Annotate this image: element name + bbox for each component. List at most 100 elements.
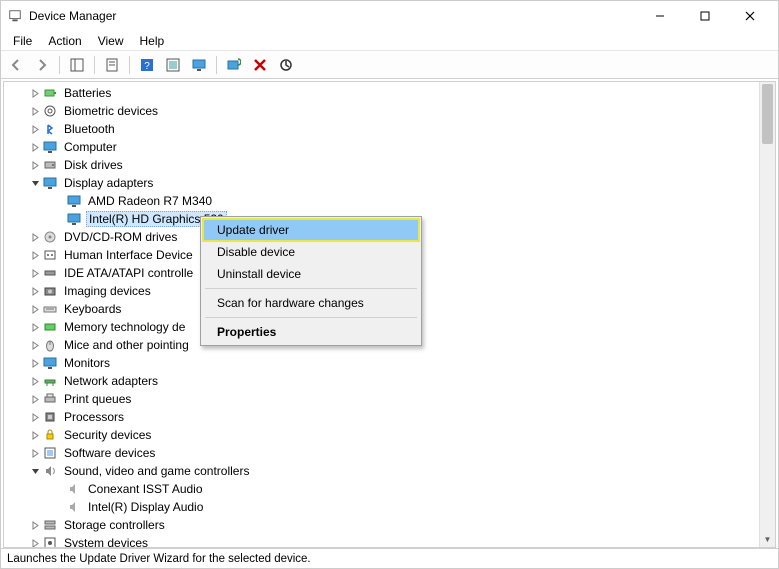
tree-item[interactable]: Security devices — [8, 426, 759, 444]
chevron-right-icon[interactable] — [28, 431, 42, 440]
close-button[interactable] — [727, 2, 772, 30]
tree-item-label: Keyboards — [62, 302, 123, 316]
tree-item[interactable]: Conexant ISST Audio — [8, 480, 759, 498]
tree-item[interactable]: Storage controllers — [8, 516, 759, 534]
statusbar: Launches the Update Driver Wizard for th… — [1, 548, 778, 568]
chevron-right-icon[interactable] — [28, 143, 42, 152]
toolbar: ? — [1, 51, 778, 79]
status-text: Launches the Update Driver Wizard for th… — [7, 553, 311, 565]
chevron-right-icon[interactable] — [28, 359, 42, 368]
chevron-right-icon[interactable] — [28, 107, 42, 116]
chevron-right-icon[interactable] — [28, 233, 42, 242]
tree-item[interactable]: Print queues — [8, 390, 759, 408]
toolbar-help-icon[interactable]: ? — [136, 54, 158, 76]
menu-help[interactable]: Help — [132, 32, 173, 50]
toolbar-monitor-icon[interactable] — [188, 54, 210, 76]
system-icon — [42, 535, 58, 548]
tree-item[interactable]: Sound, video and game controllers — [8, 462, 759, 480]
hid-icon — [42, 247, 58, 263]
toolbar-separator — [129, 56, 130, 74]
chevron-right-icon[interactable] — [28, 449, 42, 458]
tree-item[interactable]: Computer — [8, 138, 759, 156]
chevron-right-icon[interactable] — [28, 251, 42, 260]
tree-item-label: Sound, video and game controllers — [62, 464, 251, 478]
tree-item[interactable]: Batteries — [8, 84, 759, 102]
tree-item-label: Storage controllers — [62, 518, 167, 532]
tree-item-label: Imaging devices — [62, 284, 153, 298]
network-icon — [42, 373, 58, 389]
menu-action[interactable]: Action — [40, 32, 89, 50]
toolbar-back-icon[interactable] — [5, 54, 27, 76]
chevron-right-icon[interactable] — [28, 395, 42, 404]
computer-icon — [42, 139, 58, 155]
scroll-down-arrow[interactable]: ▼ — [760, 531, 775, 547]
memory-icon — [42, 319, 58, 335]
context-menu-item[interactable]: Uninstall device — [203, 263, 419, 285]
keyboard-icon — [42, 301, 58, 317]
app-icon — [7, 8, 23, 24]
scroll-thumb[interactable] — [762, 84, 773, 144]
maximize-button[interactable] — [682, 2, 727, 30]
chevron-right-icon[interactable] — [28, 413, 42, 422]
menu-file[interactable]: File — [5, 32, 40, 50]
menu-view[interactable]: View — [90, 32, 132, 50]
printer-icon — [42, 391, 58, 407]
security-icon — [42, 427, 58, 443]
tree-item[interactable]: Bluetooth — [8, 120, 759, 138]
tree-item-label: AMD Radeon R7 M340 — [86, 194, 214, 208]
biometric-icon — [42, 103, 58, 119]
tree-item[interactable]: Intel(R) Display Audio — [8, 498, 759, 516]
chevron-right-icon[interactable] — [28, 377, 42, 386]
toolbar-forward-icon[interactable] — [31, 54, 53, 76]
tree-item-label: Mice and other pointing — [62, 338, 191, 352]
context-menu-item[interactable]: Properties — [203, 321, 419, 343]
chevron-right-icon[interactable] — [28, 125, 42, 134]
bluetooth-icon — [42, 121, 58, 137]
tree-item[interactable]: Biometric devices — [8, 102, 759, 120]
tree-item-label: Monitors — [62, 356, 112, 370]
tree-item[interactable]: Disk drives — [8, 156, 759, 174]
chevron-right-icon[interactable] — [28, 89, 42, 98]
context-menu-item[interactable]: Update driver — [203, 219, 419, 241]
tree-item[interactable]: Network adapters — [8, 372, 759, 390]
minimize-button[interactable] — [637, 2, 682, 30]
tree-item-label: Conexant ISST Audio — [86, 482, 205, 496]
tree-item-label: Security devices — [62, 428, 153, 442]
toolbar-separator — [59, 56, 60, 74]
chevron-right-icon[interactable] — [28, 539, 42, 548]
toolbar-properties-icon[interactable] — [101, 54, 123, 76]
cdrom-icon — [42, 229, 58, 245]
display-icon — [42, 175, 58, 191]
tree-item[interactable]: System devices — [8, 534, 759, 548]
chevron-right-icon[interactable] — [28, 341, 42, 350]
tree-item[interactable]: Processors — [8, 408, 759, 426]
software-icon — [42, 445, 58, 461]
chevron-down-icon[interactable] — [28, 467, 42, 476]
tree-item[interactable]: Display adapters — [8, 174, 759, 192]
chevron-right-icon[interactable] — [28, 161, 42, 170]
toolbar-scan-hardware-icon[interactable] — [223, 54, 245, 76]
toolbar-update-driver-icon[interactable] — [162, 54, 184, 76]
chevron-down-icon[interactable] — [28, 179, 42, 188]
toolbar-uninstall-icon[interactable] — [249, 54, 271, 76]
chevron-right-icon[interactable] — [28, 305, 42, 314]
chevron-right-icon[interactable] — [28, 323, 42, 332]
tree-item-label: Computer — [62, 140, 119, 154]
tree-panel: Batteries Biometric devicesBluetooth Compu… — [3, 81, 776, 548]
context-menu: Update driverDisable deviceUninstall dev… — [200, 216, 422, 346]
chevron-right-icon[interactable] — [28, 269, 42, 278]
toolbar-refresh-icon[interactable] — [275, 54, 297, 76]
toolbar-show-hide-tree-icon[interactable] — [66, 54, 88, 76]
tree-item[interactable]: Software devices — [8, 444, 759, 462]
tree-item-label: Batteries — [62, 86, 113, 100]
chevron-right-icon[interactable] — [28, 521, 42, 530]
display-icon — [66, 193, 82, 209]
tree-item-label: System devices — [62, 536, 150, 548]
context-menu-item[interactable]: Disable device — [203, 241, 419, 263]
context-menu-item[interactable]: Scan for hardware changes — [203, 292, 419, 314]
chevron-right-icon[interactable] — [28, 287, 42, 296]
sound-icon — [42, 463, 58, 479]
tree-item[interactable]: Monitors — [8, 354, 759, 372]
tree-item[interactable]: AMD Radeon R7 M340 — [8, 192, 759, 210]
vertical-scrollbar[interactable]: ▲ ▼ — [759, 82, 775, 547]
